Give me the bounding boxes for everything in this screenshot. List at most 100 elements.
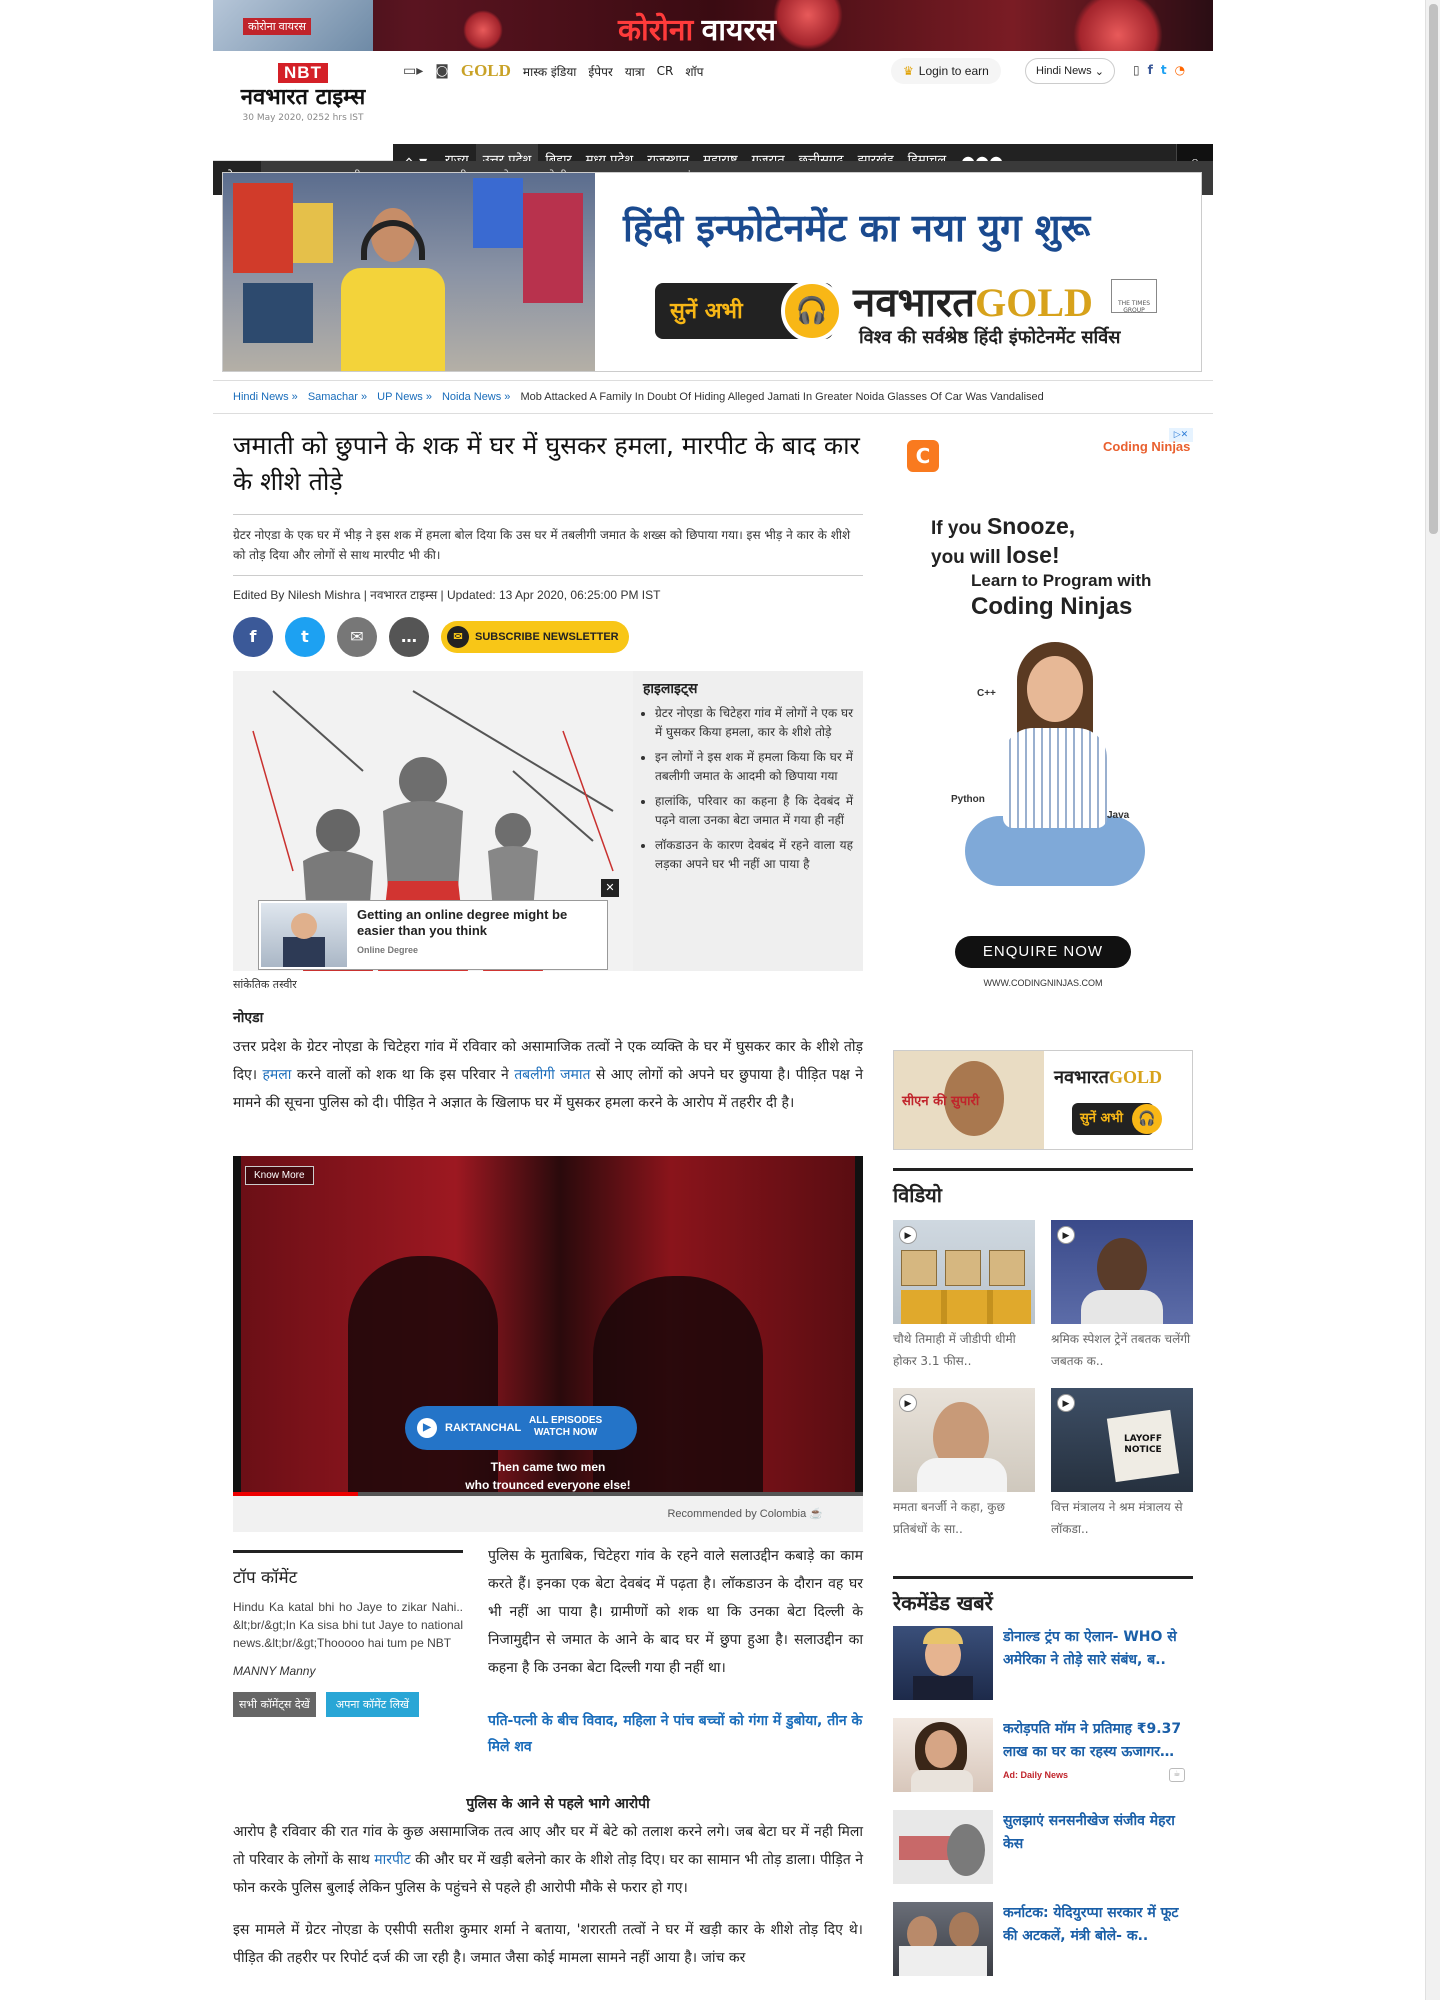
navbharat-gold-banner[interactable]: हिंदी इन्फोटेनमेंट का नया युग शुरू सुनें…	[222, 172, 1202, 372]
enquire-now-button[interactable]: ENQUIRE NOW	[955, 936, 1131, 968]
rss-icon[interactable]: ◔	[1175, 63, 1185, 77]
ad-close-icon[interactable]: ✕	[601, 879, 619, 897]
navbharat-gold-small-ad[interactable]: सीएन की सुपारी नवभारतGOLD सुनें अभी 🎧	[893, 1050, 1193, 1150]
top-comment-title: टॉप कॉमेंट	[233, 1568, 298, 1588]
video-subtitle-line2: who trounced everyone else!	[465, 1478, 631, 1492]
listen-now-label: सुनें अभी	[670, 299, 743, 324]
facebook-share-icon[interactable]: f	[233, 617, 273, 657]
toplink-epaper[interactable]: ईपेपर	[588, 63, 612, 80]
recommended-item-title: करोड़पति मॉम ने प्रतिमाह ₹9.37 लाख का घर…	[1003, 1721, 1182, 1760]
recommended-item-title: डोनाल्ड ट्रंप का ऐलान- WHO से अमेरिका ने…	[1003, 1629, 1177, 1668]
related-story-link[interactable]: पति-पत्नी के बीच विवाद, महिला ने पांच बच…	[488, 1708, 863, 1760]
header-date: 30 May 2020, 0252 hrs IST	[242, 113, 364, 123]
breadcrumb-up-news[interactable]: UP News »	[377, 391, 432, 403]
toplink-yatra[interactable]: यात्रा	[625, 63, 645, 80]
twitter-icon[interactable]: t	[1161, 63, 1167, 77]
ad-line-1a: If you	[931, 518, 987, 539]
highlights-title: हाइलाइट्स	[643, 681, 698, 697]
twitter-share-icon[interactable]: t	[285, 617, 325, 657]
video-card[interactable]: ▶ चौथे तिमाही में जीडीपी धीमी होकर 3.1 फ…	[893, 1220, 1035, 1378]
video-card[interactable]: LAYOFF NOTICE ▶ वित्त मंत्रालय ने श्रम मं…	[1051, 1388, 1193, 1546]
toplink-cr[interactable]: CR	[657, 64, 674, 78]
comment-icon[interactable]: …	[389, 617, 429, 657]
recommended-item[interactable]: करोड़पति मॉम ने प्रतिमाह ₹9.37 लाख का घर…	[893, 1718, 1193, 1810]
chevron-down-icon: ⌄	[1094, 65, 1104, 78]
sponsored-ad-card[interactable]: Getting an online degree might be easier…	[258, 900, 608, 970]
article-byline: Edited By Nilesh Mishra | नवभारत टाइम्स …	[233, 588, 661, 602]
breadcrumb-noida-news[interactable]: Noida News »	[442, 391, 510, 403]
banner-brand: नवभारतGOLD	[853, 273, 1093, 328]
video-thumbnail: ▶	[893, 1388, 1035, 1492]
ad-title: Getting an online degree might be easier…	[357, 907, 568, 938]
watch-now-button[interactable]: ▶ RAKTANCHAL ALL EPISODES WATCH NOW	[405, 1406, 637, 1450]
adchoices-icon[interactable]: ☕	[1169, 1768, 1185, 1782]
facebook-icon[interactable]: f	[1148, 63, 1153, 77]
breadcrumb: Hindi News » Samachar » UP News » Noida …	[213, 380, 1213, 414]
inline-link-tablighi-jamaat[interactable]: तबलीगी जमात	[514, 1067, 590, 1083]
article-summary: ग्रेटर नोएडा के एक घर में भीड़ ने इस शक …	[233, 515, 863, 576]
page-scrollbar[interactable]	[1425, 0, 1440, 2000]
ad2-left-text: सीएन की सुपारी	[902, 1094, 980, 1109]
mobile-icon[interactable]: ▯	[1133, 63, 1140, 77]
breadcrumb-samachar[interactable]: Samachar »	[308, 391, 367, 403]
article-body-intro: नोएडा उत्तर प्रदेश के ग्रेटर नोएडा के चि…	[233, 1008, 863, 1117]
login-button[interactable]: ♛ Login to earn	[891, 58, 1001, 84]
inline-link-marpeet[interactable]: मारपीट	[374, 1852, 410, 1868]
video-player[interactable]: Know More ▶ RAKTANCHAL ALL EPISODES WATCH…	[233, 1156, 863, 1496]
video-card[interactable]: ▶ ममता बनर्जी ने कहा, कुछ प्रतिबंधों के …	[893, 1388, 1035, 1546]
comment-actions: सभी कॉमेंट्स देखें अपना कॉमेंट लिखें	[233, 1692, 463, 1717]
article-body-2: पुलिस के मुताबिक, चिटेहरा गांव के रहने व…	[488, 1542, 863, 1760]
gold-link[interactable]: GOLD	[461, 61, 511, 81]
email-share-icon[interactable]: ✉	[337, 617, 377, 657]
ad2-listen-button[interactable]: सुनें अभी 🎧	[1072, 1103, 1162, 1135]
language-label: Hindi News	[1036, 65, 1092, 77]
recommended-thumbnail	[893, 1718, 993, 1792]
subscribe-newsletter-button[interactable]: ✉ SUBSCRIBE NEWSLETTER	[441, 621, 629, 653]
ad-line-2a: Learn to Program with	[971, 571, 1152, 590]
inline-link-hamla[interactable]: हमला	[263, 1067, 292, 1083]
article-image[interactable]: ✕ Getting an online degree might be easi…	[233, 671, 633, 971]
recommended-item[interactable]: कर्नाटक: येदियुरप्पा सरकार में फूट की अट…	[893, 1902, 1193, 1994]
headphones-icon: 🎧	[1132, 1104, 1162, 1134]
recommended-item[interactable]: डोनाल्ड ट्रंप का ऐलान- WHO से अमेरिका ने…	[893, 1626, 1193, 1718]
video-episodes: ALL EPISODES WATCH NOW	[529, 1415, 602, 1439]
ad-thumbnail	[261, 903, 347, 967]
write-comment-button[interactable]: अपना कॉमेंट लिखें	[325, 1692, 420, 1717]
know-more-button[interactable]: Know More	[245, 1166, 314, 1185]
corona-title: कोरोना वायरस	[618, 8, 776, 49]
camera-icon[interactable]: ◙	[435, 63, 449, 79]
ad-line-2b: Coding Ninjas	[971, 593, 1133, 620]
coding-ninjas-brand: Coding Ninjas	[1103, 439, 1191, 454]
highlight-item: हालांकि, परिवार का कहना है कि देवबंद में…	[655, 792, 853, 830]
video-episodes-line1: ALL EPISODES	[529, 1415, 603, 1426]
site-logo[interactable]: NBT नवभारत टाइम्स 30 May 2020, 0252 hrs …	[223, 63, 383, 123]
video-thumbnail: ▶	[893, 1220, 1035, 1324]
article-paragraph: पुलिस के मुताबिक, चिटेहरा गांव के रहने व…	[488, 1548, 863, 1676]
ad-keyword: C++	[977, 688, 996, 699]
corona-banner[interactable]: कोरोना वायरस कोरोना वायरस	[213, 0, 1213, 51]
toplink-shop[interactable]: शॉप	[685, 63, 703, 80]
highlight-item: इन लोगों ने इस शक में हमला किया कि घर मे…	[655, 748, 853, 786]
play-icon: ▶	[899, 1394, 917, 1412]
ad-line-1c: you will	[931, 547, 1006, 568]
toplink-mask-india[interactable]: मास्क इंडिया	[523, 63, 576, 80]
recommended-item[interactable]: सुलझाएं सनसनीखेज संजीव मेहरा केस	[893, 1810, 1193, 1902]
breadcrumb-hindi-news[interactable]: Hindi News »	[233, 391, 298, 403]
scrollbar-thumb[interactable]	[1429, 4, 1438, 534]
banner-brand-b: GOLD	[975, 280, 1093, 325]
coding-ninjas-ad[interactable]: ▷✕ C Coding Ninjas If you Snooze, you wil…	[893, 428, 1193, 1008]
video-caption: चौथे तिमाही में जीडीपी धीमी होकर 3.1 फीस…	[893, 1332, 1016, 1368]
video-icon[interactable]: ▭▸	[403, 63, 423, 79]
recommended-item-title: सुलझाएं सनसनीखेज संजीव मेहरा केस	[1003, 1813, 1175, 1852]
play-icon: ▶	[1057, 1226, 1075, 1244]
video-card[interactable]: ▶ श्रमिक स्पेशल ट्रेनें तबतक चलेंगी जबतक…	[1051, 1220, 1193, 1378]
ad-url: WWW.CODINGNINJAS.COM	[983, 978, 1103, 988]
article-paragraph: इस मामले में ग्रेटर नोएडा के एसीपी सतीश …	[233, 1922, 863, 1966]
view-all-comments-button[interactable]: सभी कॉमेंट्स देखें	[233, 1692, 316, 1717]
ad2-listen-label: सुनें अभी	[1080, 1111, 1123, 1126]
language-dropdown[interactable]: Hindi News ⌄	[1025, 58, 1115, 84]
ad-source: Online Degree	[357, 945, 419, 955]
recommended-section: रेकमेंडेड खबरें डोनाल्ड ट्रंप का ऐलान- W…	[893, 1576, 1193, 1994]
video-subtitle-line1: Then came two men	[490, 1460, 606, 1474]
listen-now-button[interactable]: सुनें अभी 🎧	[655, 280, 843, 342]
